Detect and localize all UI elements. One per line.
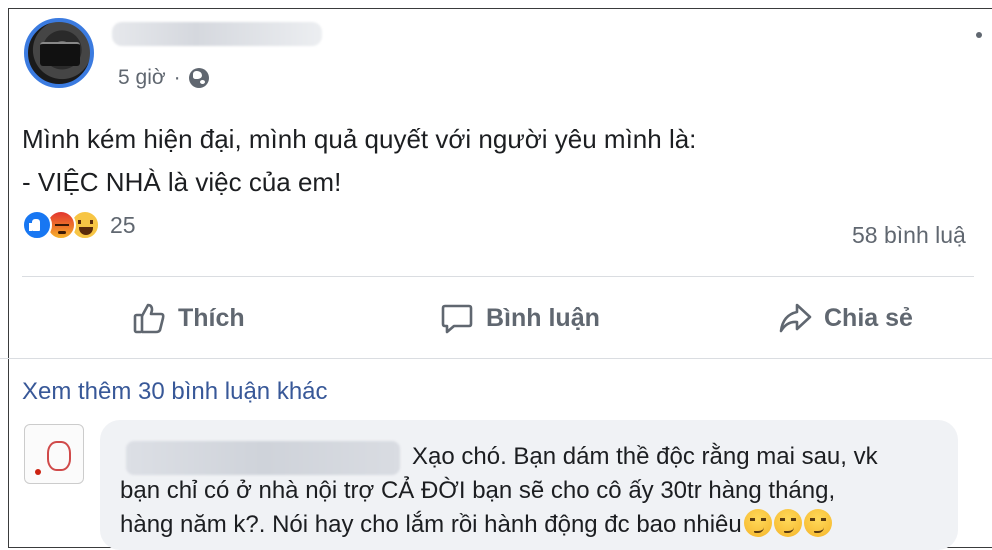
comment-bubble-icon (441, 304, 473, 334)
like-button[interactable]: Thích (132, 282, 245, 354)
post-timestamp[interactable]: 5 giờ (118, 66, 166, 90)
smirk-emoji-icon (803, 509, 832, 537)
post-text-line: - VIỆC NHÀ là việc của em! (22, 167, 342, 197)
comment-line-last: hàng năm k?. Nói hay cho lắm rồi hành độ… (120, 508, 960, 542)
share-button[interactable]: Chia sẻ (778, 282, 913, 354)
like-label: Thích (178, 303, 245, 332)
author-avatar[interactable] (24, 18, 94, 88)
like-reaction-icon (22, 210, 52, 240)
commenter-avatar[interactable] (24, 424, 84, 484)
smirk-emoji-icon (773, 509, 802, 537)
comment-count-link[interactable]: 58 bình luậ (852, 222, 966, 249)
divider (22, 276, 974, 277)
view-more-comments-link[interactable]: Xem thêm 30 bình luận khác (22, 378, 328, 406)
more-options-icon[interactable] (976, 32, 982, 38)
comment-line-text: hàng năm k?. Nói hay cho lắm rồi hành độ… (120, 511, 742, 538)
reaction-count: 25 (110, 211, 136, 238)
action-bar: Thích Bình luận Chia sẻ (22, 282, 974, 354)
comment-line: bạn chỉ có ở nhà nội trợ CẢ ĐỜI bạn sẽ c… (120, 477, 836, 504)
post-meta: 5 giờ · (118, 66, 209, 90)
share-arrow-icon (779, 303, 812, 333)
post-body: Mình kém hiện đại, mình quả quyết với ng… (22, 118, 696, 204)
comment-button[interactable]: Bình luận (440, 282, 600, 354)
smirk-emoji-icon (743, 509, 772, 537)
comment-line: Xạo chó. Bạn dám thề độc rằng mai sau, v… (412, 443, 878, 470)
post-text-line: Mình kém hiện đại, mình quả quyết với ng… (22, 124, 697, 154)
reaction-summary[interactable]: 25 (22, 210, 136, 240)
share-label: Chia sẻ (824, 303, 913, 332)
comment-text: Xạo chó. Bạn dám thề độc rằng mai sau, v… (120, 440, 960, 542)
section-divider (0, 358, 992, 359)
author-name-redacted[interactable] (112, 22, 322, 46)
thumbs-up-icon (133, 303, 165, 334)
globe-icon[interactable] (188, 68, 209, 88)
comment-label: Bình luận (486, 303, 600, 332)
